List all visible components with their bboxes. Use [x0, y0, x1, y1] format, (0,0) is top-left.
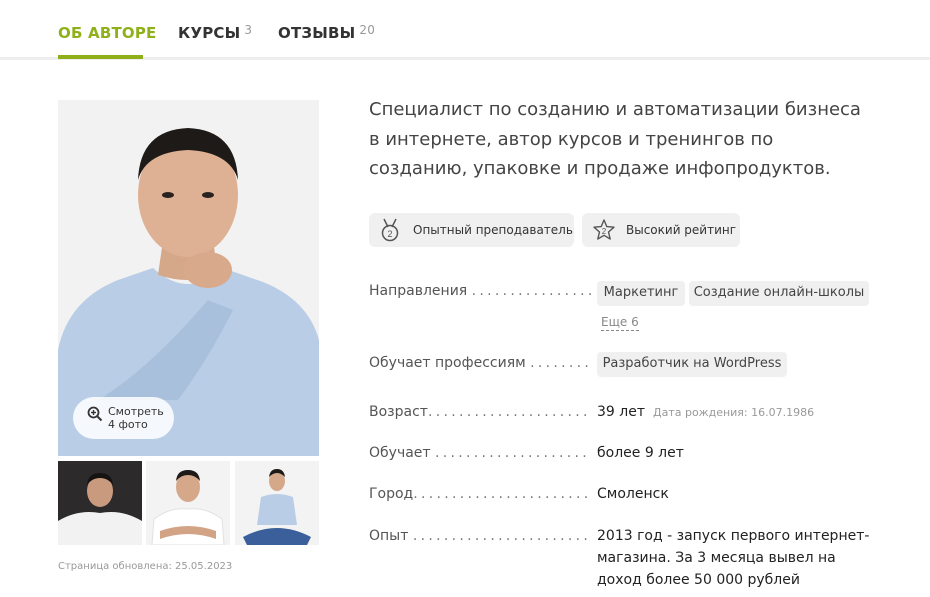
age-text: 39 лет [597, 404, 645, 420]
badge-label: Опытный преподаватель [413, 223, 573, 237]
tab-reviews-label: ОТЗЫВЫ [278, 24, 356, 42]
teaches-value: более 9 лет [597, 445, 684, 461]
tab-courses[interactable]: КУРСЫ 3 [178, 23, 253, 42]
medal-2-icon: 2 [381, 218, 399, 242]
age-label-text: Возраст [369, 404, 428, 420]
city-value: Смоленск [597, 486, 669, 502]
author-photo[interactable]: Смотреть 4 фото [58, 100, 319, 456]
author-bio: Специалист по созданию и автоматизации б… [369, 99, 861, 179]
photo-count: 4 фото [108, 418, 148, 431]
teaches-label: Обучает .............................. [369, 445, 591, 461]
city-label: Город.............................. [369, 486, 591, 502]
page-updated-date: Страница обновлена: 25.05.2023 [58, 561, 233, 572]
active-tab-indicator [58, 55, 143, 59]
experience-value: 2013 год - запуск первого интернет-магаз… [597, 528, 870, 597]
professions-label: Обучает профессиям .....................… [369, 355, 591, 371]
tab-courses-label: КУРСЫ [178, 24, 241, 42]
svg-text:2: 2 [602, 227, 607, 236]
photo-thumbnail[interactable] [58, 461, 142, 545]
tab-about[interactable]: ОБ АВТОРЕ [58, 24, 156, 42]
badge-high-rating: 2 Высокий рейтинг [582, 213, 740, 247]
thumbnail-image [58, 461, 142, 545]
photo-thumbnail[interactable] [235, 461, 319, 545]
directions-label-text: Направления [369, 283, 468, 299]
photo-thumbnail[interactable] [146, 461, 230, 545]
birth-date: Дата рождения: 16.07.1986 [652, 406, 815, 419]
profession-tag[interactable]: Разработчик на WordPress [597, 352, 787, 377]
svg-text:2: 2 [387, 229, 392, 239]
badge-experienced-teacher: 2 Опытный преподаватель [369, 213, 574, 247]
age-label: Возраст.............................. [369, 404, 591, 420]
view-photos-label: Смотреть [108, 405, 164, 418]
thumbnail-image [235, 461, 319, 545]
experience-label-text: Опыт [369, 528, 409, 544]
badge-label: Высокий рейтинг [626, 223, 737, 237]
direction-tag[interactable]: Создание онлайн-школы [689, 281, 869, 306]
professions-label-text: Обучает профессиям [369, 355, 526, 371]
star-2-icon: 2 [593, 219, 615, 240]
more-directions-link[interactable]: Еще 6 [601, 314, 639, 331]
view-photos-button[interactable]: Смотреть 4 фото [73, 397, 174, 439]
tab-about-label: ОБ АВТОРЕ [58, 24, 157, 42]
city-label-text: Город [369, 486, 414, 502]
tab-courses-count: 3 [244, 23, 253, 37]
direction-tag[interactable]: Маркетинг [597, 281, 685, 306]
teaches-label-text: Обучает [369, 445, 431, 461]
thumbnail-image [146, 461, 230, 545]
zoom-in-icon [87, 406, 103, 422]
directions-label: Направления ............................… [369, 283, 591, 299]
experience-label: Опыт .............................. [369, 528, 591, 544]
age-value: 39 лет Дата рождения: 16.07.1986 [597, 401, 814, 424]
tab-reviews[interactable]: ОТЗЫВЫ 20 [278, 23, 376, 42]
tab-bar: ОБ АВТОРЕ КУРСЫ 3 ОТЗЫВЫ 20 [0, 0, 930, 60]
tab-reviews-count: 20 [359, 23, 376, 37]
